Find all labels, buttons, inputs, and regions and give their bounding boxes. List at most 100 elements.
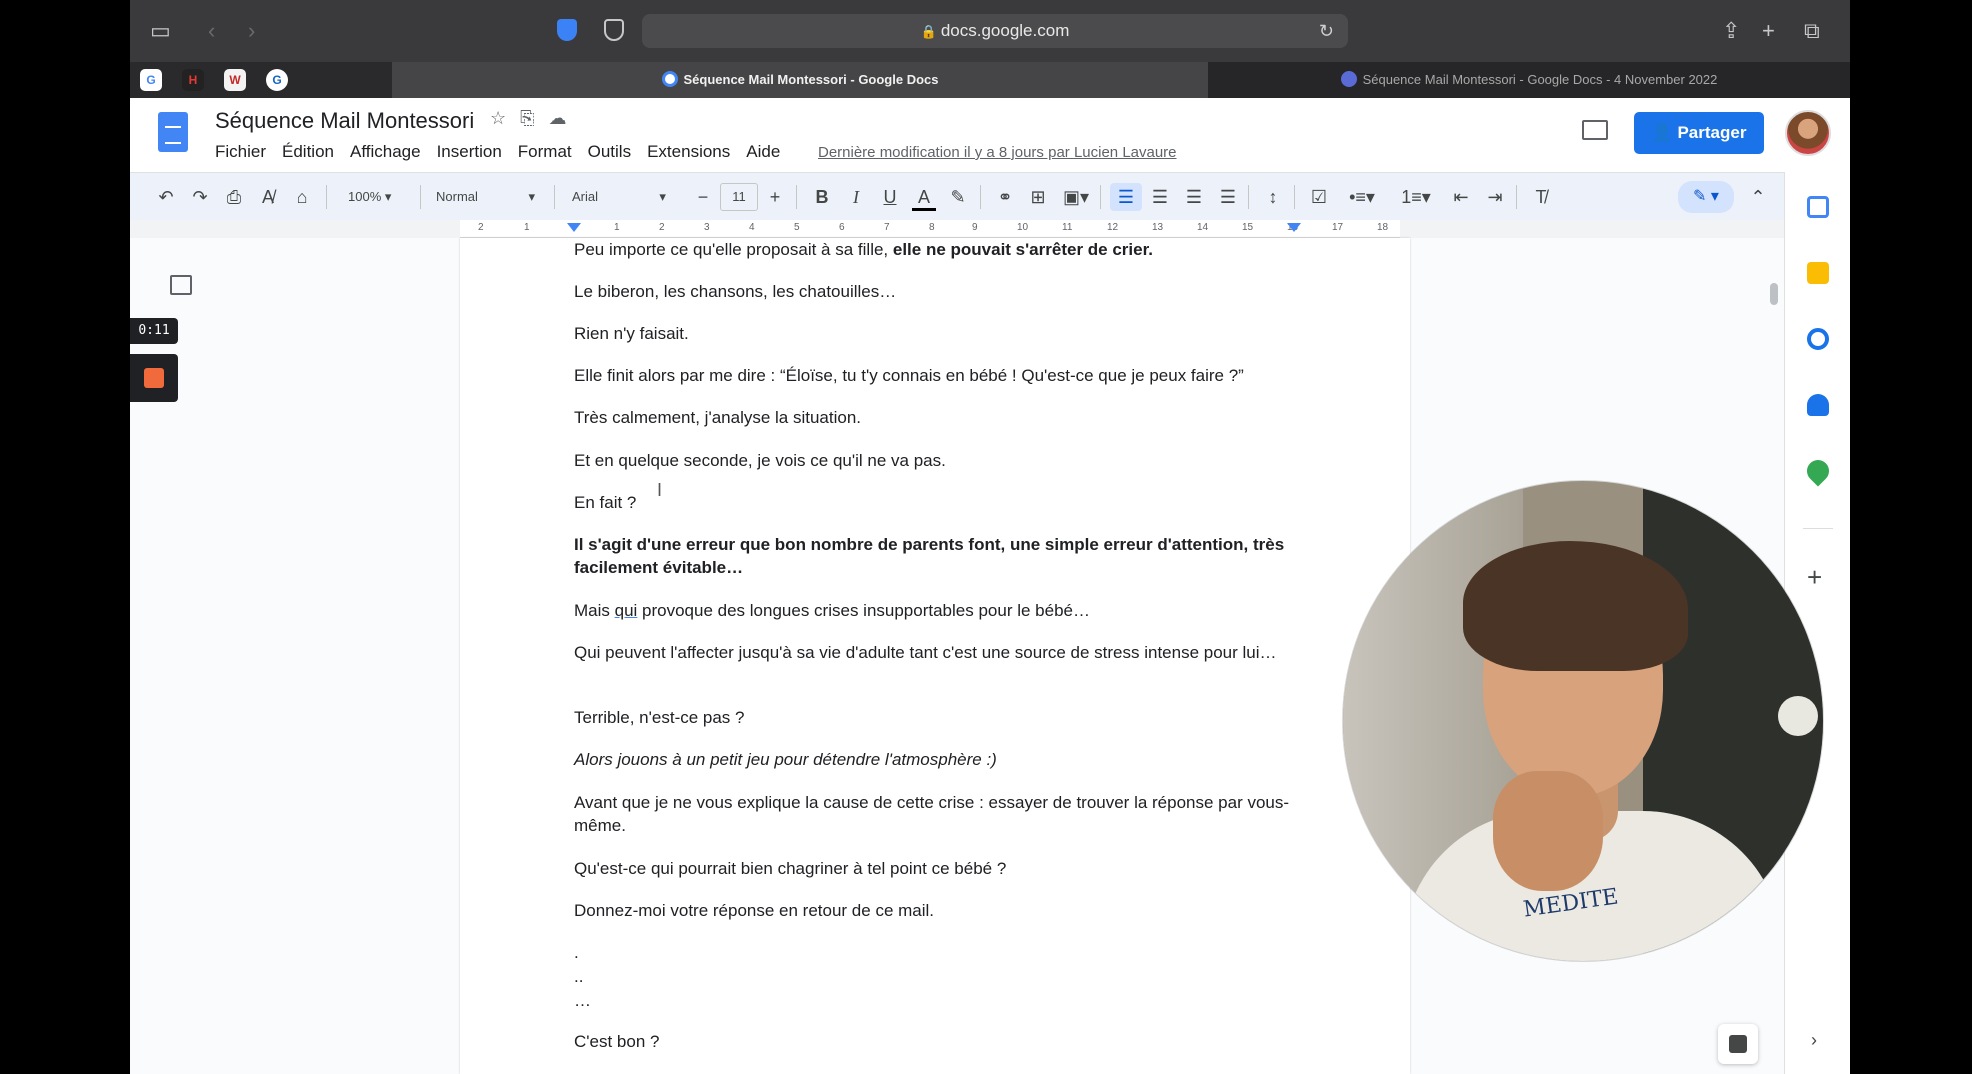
sidebar-toggle-icon[interactable]: ▭ [150, 0, 171, 62]
paragraph[interactable]: … [574, 989, 1314, 1012]
pocket-extension-icon[interactable] [557, 19, 577, 41]
highlight-icon[interactable]: ✎ [946, 183, 970, 211]
justify-icon[interactable]: ☰ [1216, 183, 1240, 211]
stop-recording-button[interactable] [130, 354, 178, 402]
increase-indent-icon[interactable]: ⇥ [1482, 183, 1508, 211]
calendar-icon[interactable] [1807, 196, 1829, 218]
paragraph[interactable]: Mais qui provoque des longues crises ins… [574, 599, 1314, 622]
new-tab-icon[interactable]: + [1762, 0, 1775, 62]
align-right-icon[interactable]: ☰ [1182, 183, 1206, 211]
paragraph[interactable]: C'est bon ? [574, 1030, 1314, 1053]
google-favicon-icon[interactable]: G [140, 69, 162, 91]
webcam-hair [1463, 541, 1688, 671]
paragraph[interactable]: En fait ? [574, 491, 1314, 514]
back-icon[interactable]: ‹ [208, 0, 215, 62]
menu-outils[interactable]: Outils [588, 142, 631, 162]
line-spacing-icon[interactable]: ↕ [1260, 183, 1286, 211]
italic-icon[interactable]: I [844, 183, 868, 211]
move-icon[interactable]: ⎘ [520, 108, 548, 128]
text-color-icon[interactable]: A [912, 183, 936, 211]
insert-image-icon[interactable]: ▣▾ [1058, 183, 1094, 211]
left-indent-marker[interactable] [567, 223, 581, 232]
decrease-indent-icon[interactable]: ⇤ [1448, 183, 1474, 211]
menu-fichier[interactable]: Fichier [215, 142, 266, 162]
address-bar[interactable]: 🔒 docs.google.com ↻ [642, 14, 1348, 48]
font-select[interactable]: Arial ▾ [572, 183, 682, 211]
reload-icon[interactable]: ↻ [1319, 14, 1334, 48]
avatar[interactable] [1785, 110, 1831, 156]
menu-insertion[interactable]: Insertion [437, 142, 502, 162]
print-icon[interactable]: ⎙ [222, 183, 246, 211]
screen: ▭ ‹ › 🔒 docs.google.com ↻ ⇪ + ⧉ G H W G S… [130, 0, 1850, 1074]
explore-button[interactable] [1718, 1024, 1758, 1064]
bold-icon[interactable]: B [810, 183, 834, 211]
keep-icon[interactable] [1807, 262, 1829, 284]
cloud-status-icon[interactable]: ☁ [549, 108, 581, 128]
share-button[interactable]: 👤 Partager [1634, 112, 1764, 154]
align-center-icon[interactable]: ☰ [1148, 183, 1172, 211]
ruler-number: 1 [614, 222, 620, 233]
style-select[interactable]: Normal ▾ [436, 183, 546, 211]
forward-icon[interactable]: › [248, 0, 255, 62]
bulleted-list-icon[interactable]: •≡▾ [1342, 183, 1382, 211]
tab-overview-icon[interactable]: ⧉ [1804, 0, 1820, 62]
align-left-icon[interactable]: ☰ [1114, 183, 1138, 211]
paragraph[interactable]: Avant que je ne vous explique la cause d… [574, 791, 1314, 837]
paragraph[interactable]: Très calmement, j'analyse la situation. [574, 406, 1314, 429]
paragraph[interactable]: Et en quelque seconde, je vois ce qu'il … [574, 449, 1314, 472]
paragraph[interactable]: Qui peuvent l'affecter jusqu'à sa vie d'… [574, 641, 1314, 664]
tab-inactive[interactable]: Séquence Mail Montessori - Google Docs -… [1208, 62, 1850, 98]
ruler: 2 1 1 2 3 4 5 6 7 8 9 10 11 12 13 14 15 … [130, 220, 1784, 238]
numbered-list-icon[interactable]: 1≡▾ [1396, 183, 1436, 211]
paragraph[interactable]: . [574, 941, 1314, 964]
increase-font-icon[interactable]: + [764, 183, 786, 211]
comments-icon[interactable] [1582, 120, 1608, 140]
tasks-icon[interactable] [1807, 328, 1829, 350]
contacts-icon[interactable] [1807, 394, 1829, 416]
checklist-icon[interactable]: ☑ [1306, 183, 1332, 211]
scrollbar-thumb[interactable] [1770, 283, 1778, 305]
paragraph[interactable]: Terrible, n'est-ce pas ? [574, 706, 1314, 729]
menu-format[interactable]: Format [518, 142, 572, 162]
editing-mode-button[interactable]: ✎ ▾ [1678, 181, 1734, 213]
star-icon[interactable]: ☆ [490, 108, 520, 128]
link-icon[interactable]: ⚭ [992, 183, 1018, 211]
paragraph[interactable]: Elle finit alors par me dire : “Éloïse, … [574, 364, 1314, 387]
w-favicon-icon[interactable]: W [224, 69, 246, 91]
recording-timer: 0:11 [130, 318, 178, 344]
expand-panel-icon[interactable]: › [1811, 1030, 1817, 1051]
redo-icon[interactable]: ↷ [188, 183, 212, 211]
add-comment-icon[interactable]: ⊞ [1026, 183, 1050, 211]
font-size-input[interactable]: 11 [720, 183, 758, 211]
collapse-icon[interactable]: ⌃ [1746, 183, 1770, 211]
decrease-font-icon[interactable]: − [692, 183, 714, 211]
menu-edition[interactable]: Édition [282, 142, 334, 162]
paragraph[interactable]: Qu'est-ce qui pourrait bien chagriner à … [574, 857, 1314, 880]
document-title[interactable]: Séquence Mail Montessori [215, 108, 474, 134]
zoom-select[interactable]: 100% ▾ [348, 183, 410, 211]
grammarly-favicon-icon[interactable]: G [266, 69, 288, 91]
paragraph[interactable]: Il s'agit d'une erreur que bon nombre de… [574, 533, 1314, 579]
hm-favicon-icon[interactable]: H [182, 69, 204, 91]
paragraph[interactable]: .. [574, 965, 1314, 988]
paragraph[interactable]: Peu importe ce qu'elle proposait à sa fi… [574, 238, 1314, 261]
paragraph[interactable]: Le biberon, les chansons, les chatouille… [574, 280, 1314, 303]
paragraph[interactable]: Donnez-moi votre réponse en retour de ce… [574, 899, 1314, 922]
tab-active[interactable]: Séquence Mail Montessori - Google Docs [392, 62, 1208, 98]
paragraph[interactable]: Rien n'y faisait. [574, 322, 1314, 345]
menu-affichage[interactable]: Affichage [350, 142, 421, 162]
docs-logo-icon[interactable] [158, 112, 188, 152]
document-outline-icon[interactable] [170, 275, 192, 295]
last-edit-link[interactable]: Dernière modification il y a 8 jours par… [818, 144, 1177, 161]
menu-extensions[interactable]: Extensions [647, 142, 730, 162]
undo-icon[interactable]: ↶ [154, 183, 178, 211]
privacy-shield-icon[interactable] [604, 19, 624, 41]
spellcheck-icon[interactable]: A̸ [256, 183, 280, 211]
menu-aide[interactable]: Aide [746, 142, 780, 162]
paragraph[interactable]: Alors jouons à un petit jeu pour détendr… [574, 748, 1314, 771]
paint-format-icon[interactable]: ⌂ [290, 183, 314, 211]
underline-icon[interactable]: U [878, 183, 902, 211]
clear-formatting-icon[interactable]: T̸ [1528, 183, 1554, 211]
right-indent-marker[interactable] [1287, 223, 1301, 232]
share-sheet-icon[interactable]: ⇪ [1722, 0, 1740, 62]
